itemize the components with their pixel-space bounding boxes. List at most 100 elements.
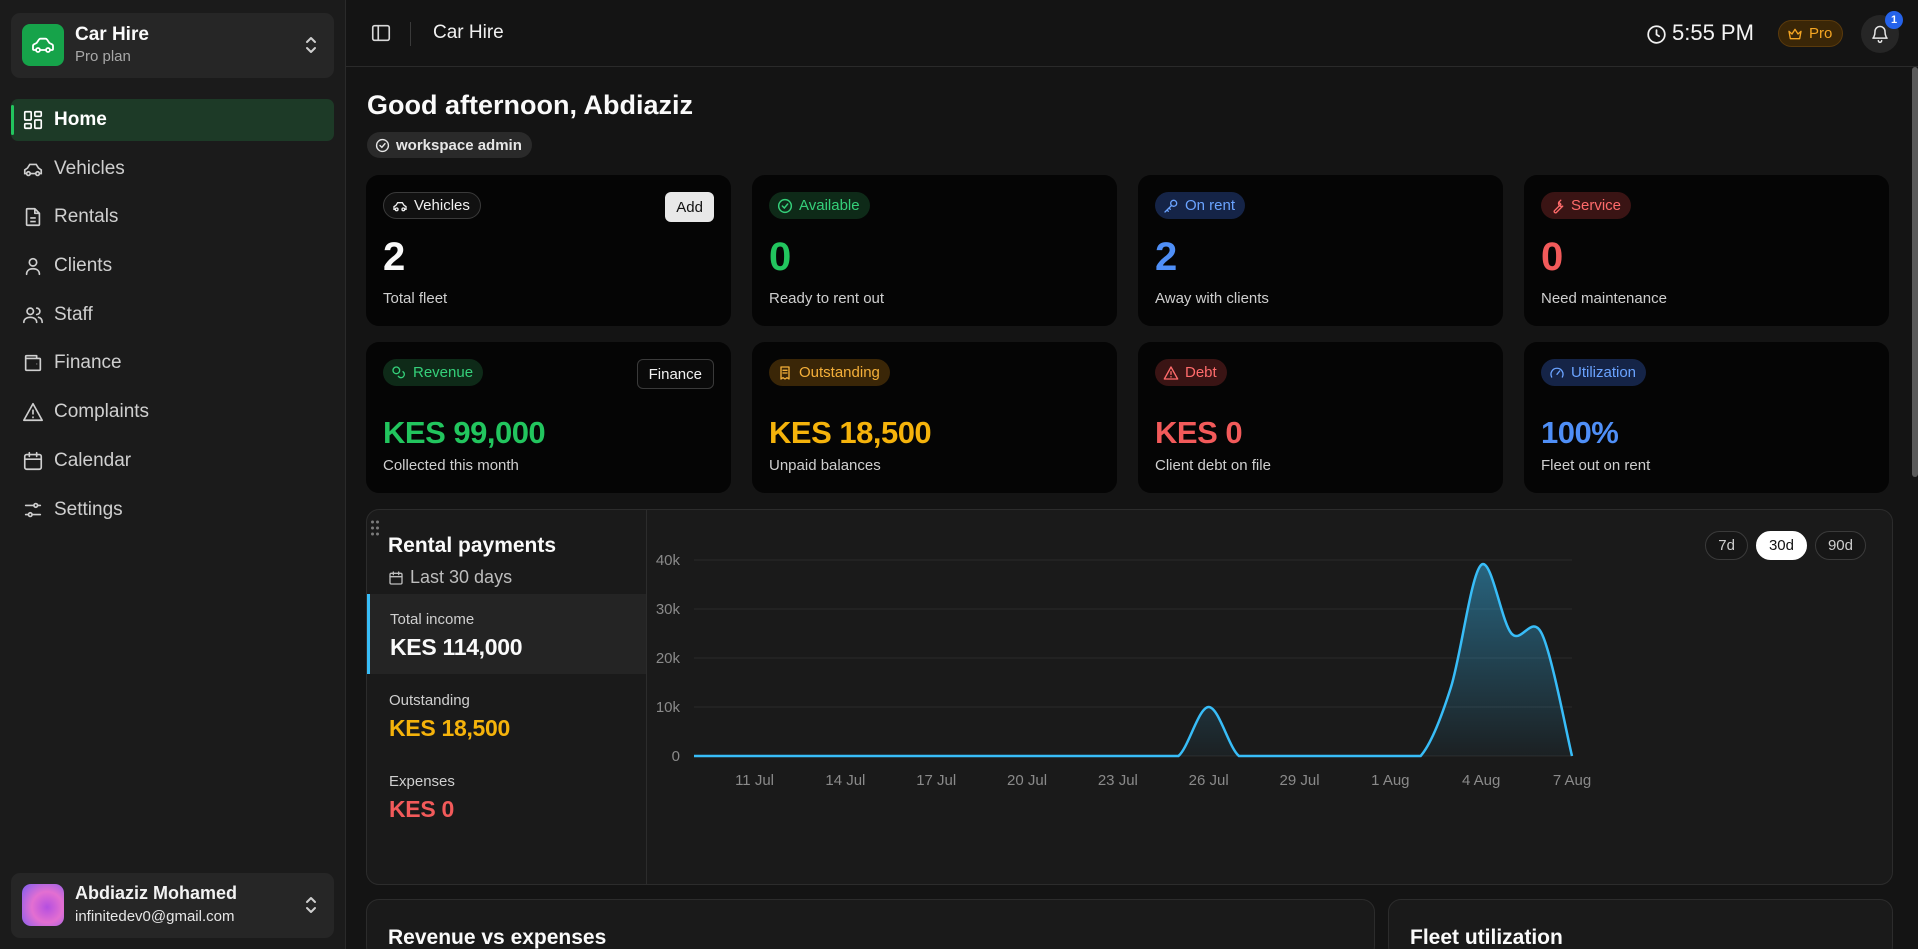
scrollbar-thumb[interactable] [1912, 67, 1918, 477]
sidebar-item-calendar[interactable]: Calendar [11, 440, 334, 482]
stat-pill-vehicles: Vehicles [383, 192, 481, 219]
rental-payments-panel: Rental payments Last 30 days Total incom… [366, 509, 1893, 885]
stat-subtitle: Unpaid balances [769, 457, 881, 474]
sidebar-item-vehicles[interactable]: Vehicles [11, 148, 334, 190]
sidebar-item-finance[interactable]: Finance [11, 342, 334, 384]
stat-value: 0 [769, 235, 792, 279]
stat-card-service: Service 0 Need maintenance [1524, 175, 1889, 326]
wallet-icon [24, 355, 42, 372]
notifications-button[interactable]: 1 [1861, 11, 1903, 53]
y-tick-label: 10k [656, 699, 681, 716]
stat-subtitle: Ready to rent out [769, 290, 885, 307]
stat-subtitle: Total fleet [383, 290, 448, 307]
x-tick-label: 26 Jul [1189, 772, 1229, 789]
car-logo-icon [22, 24, 64, 66]
area-fill [694, 564, 1572, 756]
sidebar-item-clients[interactable]: Clients [11, 245, 334, 287]
key-icon [1164, 199, 1178, 213]
notification-count-badge: 1 [1885, 11, 1903, 29]
clock-icon [1646, 24, 1667, 45]
sidebar-item-label: Home [54, 109, 107, 130]
rental-payments-chart: 0 10k 20k 30k 40k 11 Jul 14 Jul 17 Jul 20 Jul 23 … [656, 552, 1591, 789]
sidebar-item-rentals[interactable]: Rentals [11, 196, 334, 238]
stat-card-revenue: Revenue Finance KES 99,000 Collected thi… [366, 342, 731, 493]
stat-card-utilization: Utilization 100% Fleet out on rent [1524, 342, 1889, 493]
role-badge: workspace admin [367, 132, 532, 158]
avatar [22, 884, 64, 926]
sidebar-item-label: Calendar [54, 449, 132, 471]
scrollbar[interactable] [1912, 67, 1918, 949]
stat-pill-debt: Debt [1155, 359, 1227, 386]
x-tick-label: 14 Jul [825, 772, 865, 789]
add-vehicle-button[interactable]: Add [665, 192, 714, 222]
calendar-icon [23, 451, 43, 470]
range-selector: 7d 30d 90d [1705, 531, 1866, 560]
range-7d-button[interactable]: 7d [1705, 531, 1748, 560]
role-label: workspace admin [396, 136, 522, 154]
y-tick-label: 20k [656, 650, 681, 667]
stat-value: KES 0 [1155, 415, 1243, 450]
wrench-icon [1553, 199, 1564, 213]
sidebar-item-label: Complaints [54, 401, 150, 423]
stat-pill-service: Service [1541, 192, 1632, 219]
stat-pill-on-rent: On rent [1155, 192, 1246, 219]
workspace-switcher[interactable]: Car Hire Pro plan [11, 13, 334, 78]
stat-value: 2 [383, 235, 406, 279]
sidebar-item-staff[interactable]: Staff [11, 294, 334, 336]
sidebar-item-label: Clients [54, 255, 113, 277]
sidebar: Car Hire Pro plan Home Vehicles Rentals … [0, 0, 346, 949]
stat-value: 2 [1155, 235, 1178, 279]
car-icon [393, 201, 407, 211]
stat-subtitle: Collected this month [383, 457, 519, 474]
warning-icon [1163, 365, 1179, 380]
stat-label: Revenue [413, 364, 474, 381]
range-30d-button[interactable]: 30d [1755, 531, 1807, 560]
grid-icon [23, 110, 43, 130]
x-tick-label: 7 Aug [1553, 772, 1591, 789]
bell-icon [1872, 25, 1888, 44]
sidebar-item-label: Rentals [54, 206, 119, 228]
x-tick-label: 23 Jul [1098, 772, 1138, 789]
user-name: Abdiaziz Mohamed [75, 883, 238, 903]
stat-value: 0 [1541, 235, 1564, 279]
greeting: Good afternoon, Abdiaziz [367, 90, 693, 120]
stat-label: Vehicles [414, 197, 470, 214]
stat-subtitle: Fleet out on rent [1541, 457, 1651, 474]
stat-pill-outstanding: Outstanding [769, 359, 890, 386]
card-title: Revenue vs expenses [388, 926, 607, 949]
stat-label: Debt [1185, 364, 1217, 381]
workspace-plan: Pro plan [75, 48, 131, 65]
coins-icon [392, 365, 405, 378]
pro-badge-label: Pro [1809, 25, 1833, 42]
sidebar-item-label: Vehicles [54, 157, 125, 179]
sidebar-toggle-icon[interactable] [370, 22, 392, 44]
stat-pill-utilization: Utilization [1541, 359, 1647, 386]
stat-value: KES 18,500 [769, 415, 932, 450]
page-title: Car Hire [433, 22, 504, 43]
x-tick-label: 17 Jul [916, 772, 956, 789]
sidebar-item-home[interactable]: Home [11, 99, 334, 141]
receipt-icon [780, 365, 790, 380]
pro-badge[interactable]: Pro [1778, 20, 1844, 47]
sidebar-nav: Home Vehicles Rentals Clients Staff Fina… [11, 99, 334, 537]
stat-card-vehicles: Vehicles Add 2 Total fleet [366, 175, 731, 326]
stat-card-outstanding: Outstanding KES 18,500 Unpaid balances [752, 342, 1117, 493]
finance-button[interactable]: Finance [636, 359, 714, 389]
sidebar-item-complaints[interactable]: Complaints [11, 391, 334, 433]
y-tick-label: 0 [672, 748, 680, 765]
x-tick-label: 1 Aug [1371, 772, 1409, 789]
stat-subtitle: Client debt on file [1155, 457, 1271, 474]
x-tick-label: 11 Jul [735, 772, 774, 789]
sidebar-item-settings[interactable]: Settings [11, 489, 334, 531]
car-icon [23, 163, 43, 176]
chevrons-up-down-icon [302, 893, 320, 917]
user-menu[interactable]: Abdiaziz Mohamed infinitedev0@gmail.com [11, 873, 334, 938]
gauge-icon [1550, 367, 1564, 378]
topbar: Car Hire 5:55 PM Pro 1 [346, 0, 1918, 67]
stat-value: 100% [1541, 415, 1619, 450]
stat-card-available: Available 0 Ready to rent out [752, 175, 1117, 326]
chevrons-up-down-icon [302, 33, 320, 57]
range-90d-button[interactable]: 90d [1814, 531, 1866, 560]
stat-pill-available: Available [769, 192, 870, 219]
document-icon [25, 208, 41, 227]
